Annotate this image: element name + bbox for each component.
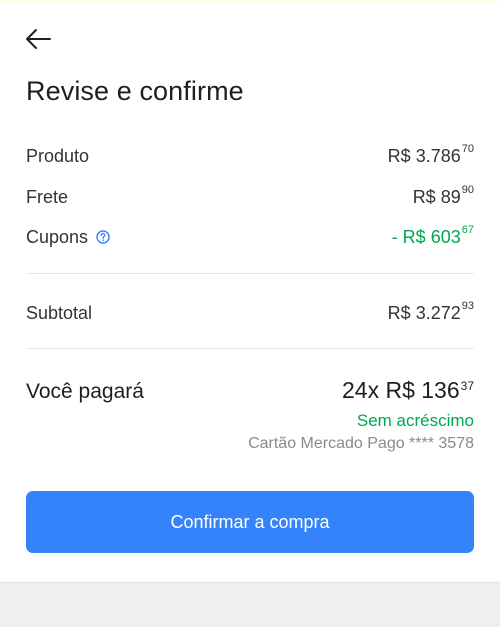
total-amount: 24x R$ 136 37 [342,377,474,404]
back-button[interactable] [18,21,58,57]
page-title: Revise e confirme [26,76,244,106]
subtotal-amount: R$ 3.272 93 [387,299,474,324]
total-currency: R$ [385,377,415,403]
subtotal-row: Subtotal R$ 3.272 93 [26,300,474,326]
shipping-amount: R$ 89 90 [412,183,474,208]
product-label: Produto [26,145,90,166]
coupons-prefix: - R$ [391,226,426,247]
coupons-label-group: Cupons [26,227,110,248]
subtotal-integer: 3.272 [415,302,461,323]
coupons-amount: - R$ 603 67 [391,223,474,248]
product-currency: R$ [387,145,411,166]
checkout-review-card: Revise e confirme Produto R$ 3.786 70 Fre… [0,3,500,583]
confirm-purchase-button[interactable]: Confirmar a compra [26,491,474,553]
shipping-row: Frete R$ 89 90 [26,184,474,210]
shipping-cents: 90 [461,183,474,196]
installments-count: 24x [341,377,380,403]
total-integer: 136 [421,377,460,403]
subtotal-label: Subtotal [26,302,93,323]
shipping-currency: R$ [412,186,436,207]
divider [26,348,474,349]
shipping-integer: 89 [440,186,461,207]
product-cents: 70 [461,142,474,155]
product-amount: R$ 3.786 70 [387,142,474,167]
divider [26,273,474,274]
product-row: Produto R$ 3.786 70 [26,143,474,169]
product-integer: 3.786 [415,145,461,166]
question-circle-icon[interactable] [96,230,110,244]
total-label: Você pagará [26,380,144,403]
arrow-left-icon [26,29,51,49]
coupons-row: Cupons - R$ 603 67 [26,224,474,250]
no-fee-label: Sem acréscimo [356,411,474,430]
coupons-cents: 67 [461,223,474,236]
payment-card-info: Cartão Mercado Pago **** 3578 [248,435,474,452]
coupons-label: Cupons [26,226,89,247]
total-cents: 37 [460,379,474,393]
coupons-integer: 603 [430,226,461,247]
subtotal-cents: 93 [461,299,474,312]
subtotal-currency: R$ [387,302,411,323]
shipping-label: Frete [26,186,69,207]
